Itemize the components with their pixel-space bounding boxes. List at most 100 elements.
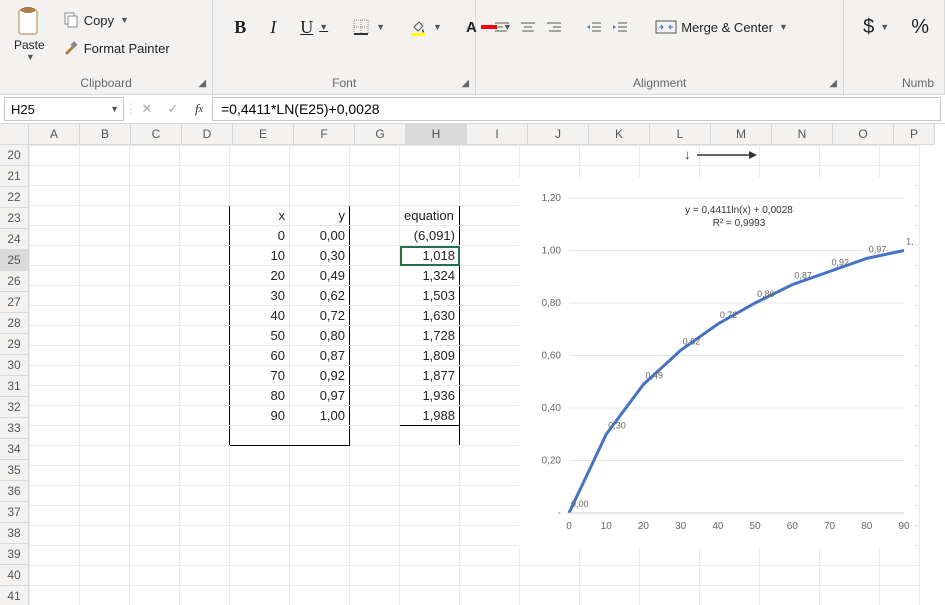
cancel-formula-button[interactable]: ✕ <box>134 98 160 120</box>
cell[interactable]: 1,877 <box>400 366 460 386</box>
cell[interactable] <box>460 546 520 566</box>
row-header[interactable]: 34 <box>0 439 29 460</box>
cell[interactable] <box>400 446 460 466</box>
row-header[interactable]: 22 <box>0 187 29 208</box>
column-header[interactable]: F <box>294 124 355 145</box>
cell[interactable] <box>130 146 180 166</box>
cell[interactable] <box>30 406 80 426</box>
cell[interactable] <box>30 306 80 326</box>
cell[interactable] <box>460 286 520 306</box>
cell[interactable] <box>230 146 290 166</box>
cell[interactable] <box>80 566 130 586</box>
cell[interactable] <box>290 546 350 566</box>
cell[interactable] <box>180 146 230 166</box>
cell[interactable] <box>130 366 180 386</box>
align-center-button[interactable] <box>516 16 540 38</box>
cell[interactable] <box>30 246 80 266</box>
cell[interactable] <box>130 186 180 206</box>
row-header[interactable]: 21 <box>0 166 29 187</box>
currency-format-button[interactable]: $▼ <box>856 12 896 43</box>
cell[interactable] <box>640 586 700 605</box>
cell[interactable]: 0,00 <box>290 226 350 246</box>
cell[interactable] <box>400 586 460 605</box>
column-header[interactable]: E <box>233 124 294 145</box>
cell[interactable] <box>130 586 180 605</box>
cell[interactable] <box>180 346 230 366</box>
cell[interactable] <box>820 586 880 605</box>
cell[interactable] <box>130 406 180 426</box>
cell[interactable] <box>130 226 180 246</box>
cell[interactable] <box>290 586 350 605</box>
italic-button[interactable]: I <box>263 13 283 42</box>
cell[interactable] <box>460 226 520 246</box>
cell[interactable] <box>350 406 400 426</box>
cell[interactable] <box>460 366 520 386</box>
row-header[interactable]: 27 <box>0 292 29 313</box>
cell[interactable] <box>180 266 230 286</box>
cell[interactable] <box>230 506 290 526</box>
cell[interactable] <box>350 526 400 546</box>
cell[interactable] <box>460 206 520 226</box>
cell[interactable] <box>400 486 460 506</box>
merge-center-button[interactable]: Merge & Center ▼ <box>648 15 795 39</box>
cell[interactable] <box>580 566 640 586</box>
cell[interactable] <box>80 166 130 186</box>
row-header[interactable]: 26 <box>0 271 29 292</box>
cell[interactable] <box>460 566 520 586</box>
cell[interactable]: 0,72 <box>290 306 350 326</box>
cell[interactable] <box>760 566 820 586</box>
cell[interactable] <box>130 326 180 346</box>
cell[interactable] <box>80 386 130 406</box>
align-left-button[interactable] <box>490 16 514 38</box>
cell[interactable] <box>880 566 920 586</box>
cell[interactable]: 1,324 <box>400 266 460 286</box>
cell[interactable]: (6,091) <box>400 226 460 246</box>
cell[interactable] <box>30 466 80 486</box>
row-header[interactable]: 32 <box>0 397 29 418</box>
column-header[interactable]: D <box>182 124 233 145</box>
cell[interactable]: 10 <box>230 246 290 266</box>
cell[interactable] <box>30 206 80 226</box>
increase-indent-button[interactable] <box>608 16 632 38</box>
cell[interactable] <box>350 326 400 346</box>
row-header[interactable]: 30 <box>0 355 29 376</box>
cell[interactable] <box>520 566 580 586</box>
copy-dropdown-caret[interactable]: ▼ <box>120 15 129 25</box>
cell[interactable] <box>80 546 130 566</box>
formula-input[interactable] <box>219 100 934 118</box>
row-header[interactable]: 38 <box>0 523 29 544</box>
cell[interactable] <box>30 346 80 366</box>
cell[interactable] <box>30 366 80 386</box>
cell[interactable]: 0,80 <box>290 326 350 346</box>
row-header[interactable]: 36 <box>0 481 29 502</box>
cell[interactable]: equation <box>400 206 460 226</box>
cell[interactable] <box>80 186 130 206</box>
cell[interactable]: 1,503 <box>400 286 460 306</box>
cell[interactable] <box>230 186 290 206</box>
cell[interactable]: 0,87 <box>290 346 350 366</box>
cell[interactable]: 50 <box>230 326 290 346</box>
cell[interactable] <box>30 586 80 605</box>
column-header[interactable]: N <box>772 124 833 145</box>
select-all-corner[interactable] <box>0 124 29 145</box>
cell[interactable] <box>80 586 130 605</box>
cell[interactable] <box>80 366 130 386</box>
cell[interactable] <box>290 526 350 546</box>
cell[interactable] <box>350 486 400 506</box>
cell[interactable]: x <box>230 206 290 226</box>
cell[interactable] <box>80 406 130 426</box>
insert-function-button[interactable]: fx <box>186 98 212 120</box>
cell[interactable] <box>460 446 520 466</box>
cell[interactable] <box>880 586 920 605</box>
chart[interactable]: -0,200,400,600,801,001,20010203040506070… <box>519 178 914 548</box>
cell[interactable]: y <box>290 206 350 226</box>
cell[interactable] <box>180 466 230 486</box>
cell[interactable] <box>80 226 130 246</box>
cell[interactable] <box>290 466 350 486</box>
cell[interactable] <box>290 566 350 586</box>
name-box-dropdown-caret[interactable]: ▼ <box>110 104 119 114</box>
cell[interactable] <box>180 526 230 546</box>
cell[interactable] <box>400 426 460 446</box>
cell[interactable] <box>460 306 520 326</box>
cell[interactable] <box>350 546 400 566</box>
